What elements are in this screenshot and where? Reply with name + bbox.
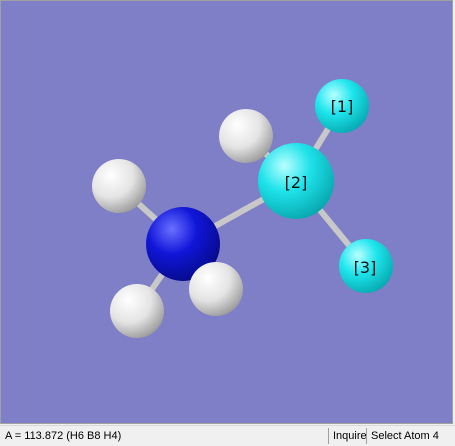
- gaussview-window: [1] [2] [3] A = 113.872 (H6 B8 H4) Inqui…: [0, 0, 455, 446]
- molecule-canvas[interactable]: [1] [2] [3]: [1, 1, 453, 424]
- status-mode: Inquire: [328, 428, 367, 444]
- atom-label-2: [2]: [285, 173, 308, 192]
- viewport-background: [1, 1, 452, 423]
- molecule-viewport[interactable]: [1] [2] [3]: [0, 0, 453, 424]
- atom-label-3: [3]: [354, 258, 377, 277]
- hydrogen-atom-front[interactable]: [189, 262, 243, 316]
- hydrogen-atom-bottom[interactable]: [110, 284, 164, 338]
- hydrogen-atom-top[interactable]: [219, 109, 273, 163]
- status-bar: A = 113.872 (H6 B8 H4) Inquire Select At…: [0, 425, 455, 446]
- hydrogen-atom-left[interactable]: [92, 159, 146, 213]
- atom-label-1: [1]: [331, 97, 354, 116]
- status-prompt: Select Atom 4: [366, 428, 453, 444]
- status-measurement: A = 113.872 (H6 B8 H4): [5, 430, 122, 442]
